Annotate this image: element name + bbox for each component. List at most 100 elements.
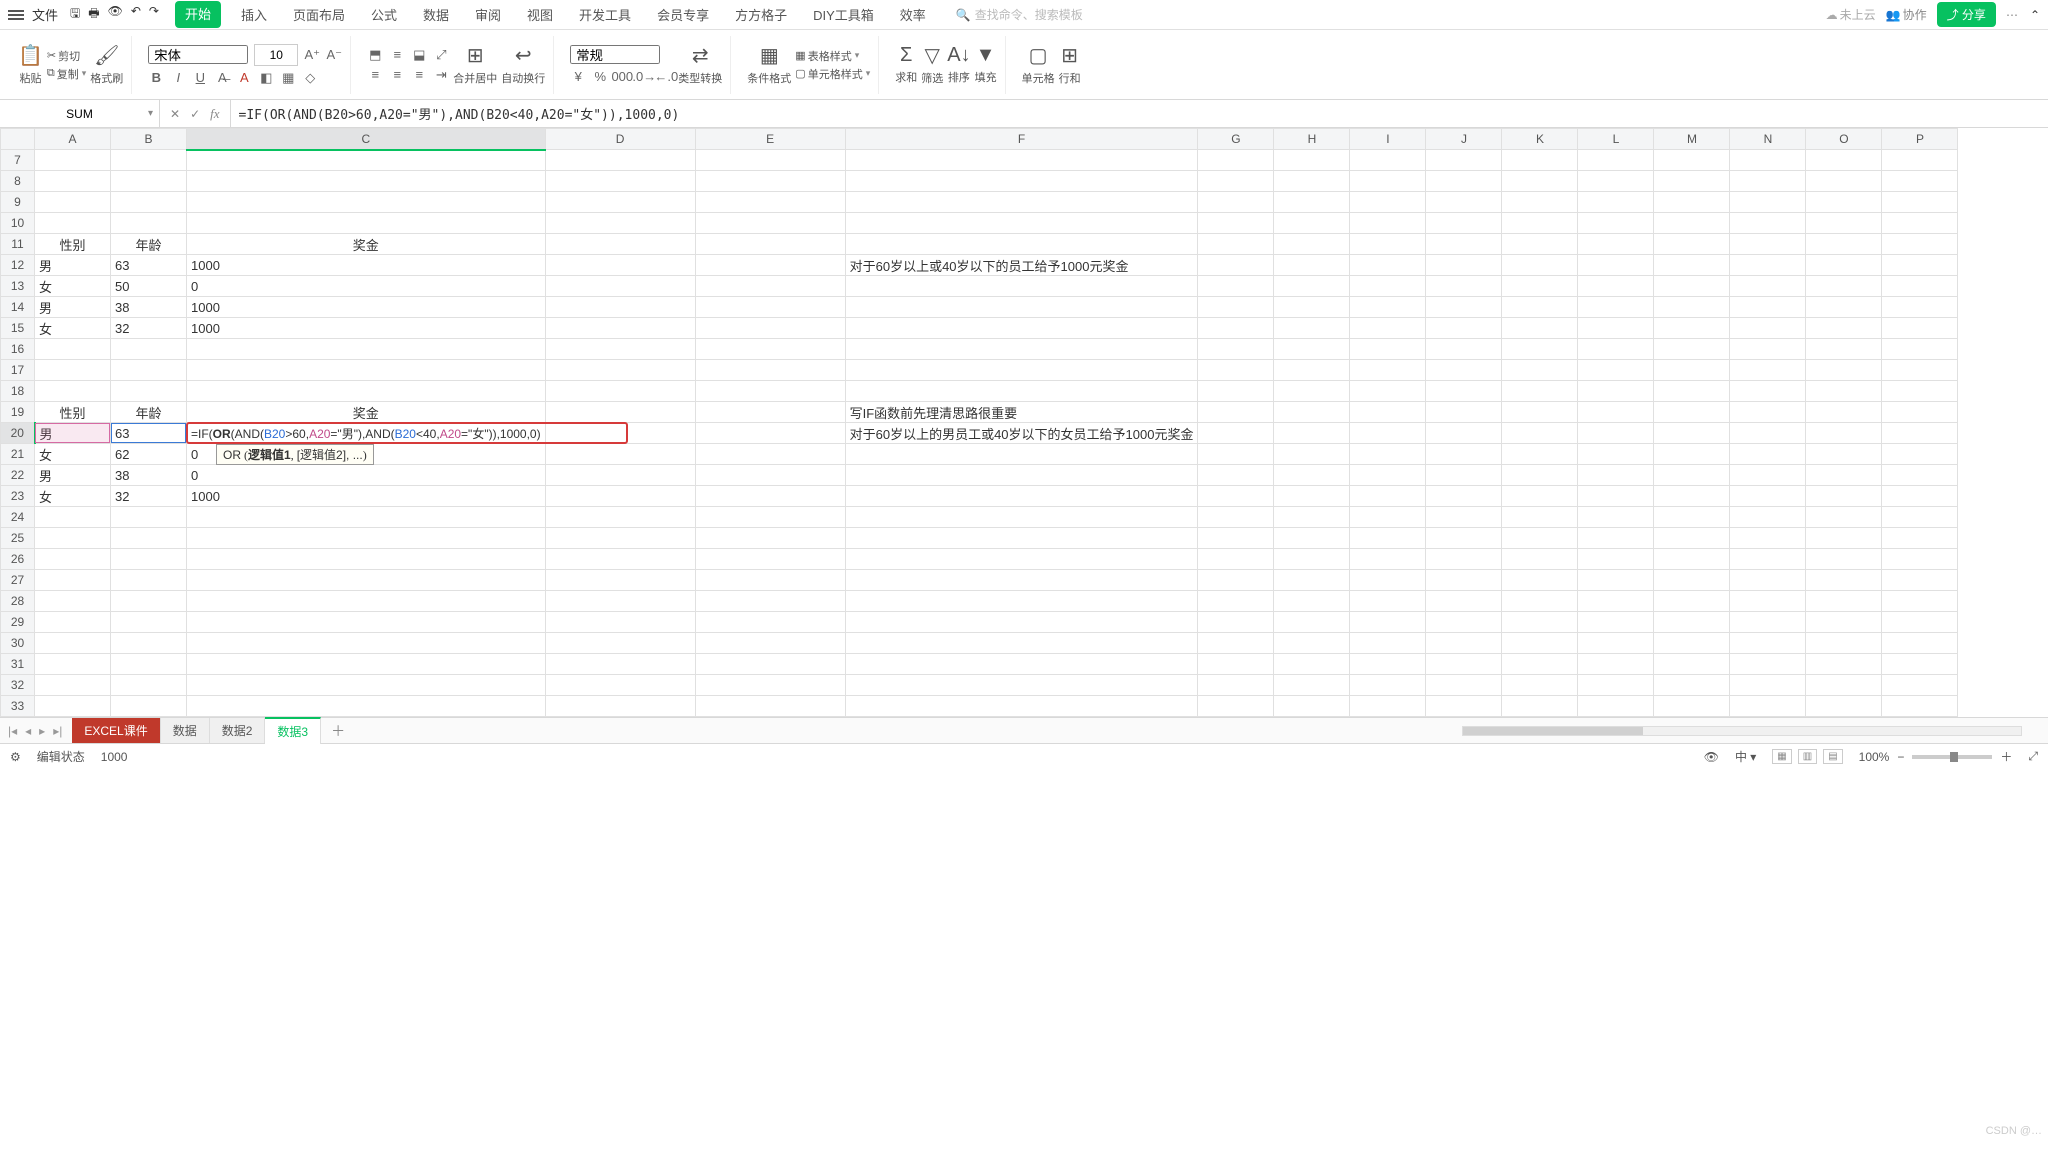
- cell-L32[interactable]: [1578, 675, 1654, 696]
- cell-G28[interactable]: [1198, 591, 1274, 612]
- cell-F12[interactable]: 对于60岁以上或40岁以下的员工给予1000元奖金: [845, 255, 1198, 276]
- row-header-18[interactable]: 18: [1, 381, 35, 402]
- cell-F22[interactable]: [845, 465, 1198, 486]
- cell-C30[interactable]: [187, 633, 546, 654]
- cell-O7[interactable]: [1806, 150, 1882, 171]
- cell-O12[interactable]: [1806, 255, 1882, 276]
- cell-B28[interactable]: [111, 591, 187, 612]
- cell-N33[interactable]: [1730, 696, 1806, 717]
- cell-K14[interactable]: [1502, 297, 1578, 318]
- cell-C28[interactable]: [187, 591, 546, 612]
- cell-K16[interactable]: [1502, 339, 1578, 360]
- paste-button[interactable]: 📋 粘贴: [18, 43, 43, 86]
- cell-A29[interactable]: [35, 612, 111, 633]
- cell-G26[interactable]: [1198, 549, 1274, 570]
- cell-E19[interactable]: [695, 402, 845, 423]
- align-left-icon[interactable]: ≡: [367, 67, 383, 83]
- cell-N19[interactable]: [1730, 402, 1806, 423]
- cell-N9[interactable]: [1730, 192, 1806, 213]
- cell-D22[interactable]: [545, 465, 695, 486]
- spreadsheet-grid[interactable]: ABCDEFGHIJKLMNOP7891011性别年龄奖金12男631000对于…: [0, 128, 2048, 717]
- cell-P28[interactable]: [1882, 591, 1958, 612]
- row-header-31[interactable]: 31: [1, 654, 35, 675]
- cell-F20[interactable]: 对于60岁以上的男员工或40岁以下的女员工给予1000元奖金: [845, 423, 1198, 444]
- view-pagebreak-icon[interactable]: ▤: [1823, 749, 1842, 764]
- cell-E31[interactable]: [695, 654, 845, 675]
- cell-B23[interactable]: 32: [111, 486, 187, 507]
- cell-D19[interactable]: [545, 402, 695, 423]
- cell-N18[interactable]: [1730, 381, 1806, 402]
- cell-L31[interactable]: [1578, 654, 1654, 675]
- align-center-icon[interactable]: ≡: [389, 67, 405, 83]
- cell-button[interactable]: ▢单元格: [1022, 43, 1055, 86]
- cell-H17[interactable]: [1274, 360, 1350, 381]
- tab-start[interactable]: 开始: [175, 1, 221, 28]
- cell-O18[interactable]: [1806, 381, 1882, 402]
- cell-J26[interactable]: [1426, 549, 1502, 570]
- cell-M20[interactable]: [1654, 423, 1730, 444]
- cell-I12[interactable]: [1350, 255, 1426, 276]
- cell-I11[interactable]: [1350, 234, 1426, 255]
- tab-efficiency[interactable]: 效率: [894, 1, 932, 28]
- cell-H20[interactable]: [1274, 423, 1350, 444]
- cell-J28[interactable]: [1426, 591, 1502, 612]
- row-header-26[interactable]: 26: [1, 549, 35, 570]
- collab-button[interactable]: 👥 协作: [1886, 6, 1927, 23]
- cell-C9[interactable]: [187, 192, 546, 213]
- cell-I30[interactable]: [1350, 633, 1426, 654]
- dec-decimal-icon[interactable]: ←.0: [658, 68, 674, 84]
- row-header-32[interactable]: 32: [1, 675, 35, 696]
- row-header-20[interactable]: 20: [1, 423, 35, 444]
- cell-A26[interactable]: [35, 549, 111, 570]
- cell-K20[interactable]: [1502, 423, 1578, 444]
- formula-input[interactable]: =IF(OR(AND(B20>60,A20="男"),AND(B20<40,A2…: [231, 104, 2048, 123]
- col-header-H[interactable]: H: [1274, 129, 1350, 150]
- cell-L26[interactable]: [1578, 549, 1654, 570]
- cell-P18[interactable]: [1882, 381, 1958, 402]
- cell-F31[interactable]: [845, 654, 1198, 675]
- cell-D8[interactable]: [545, 171, 695, 192]
- cell-B25[interactable]: [111, 528, 187, 549]
- italic-icon[interactable]: I: [170, 70, 186, 86]
- row-header-9[interactable]: 9: [1, 192, 35, 213]
- cell-G9[interactable]: [1198, 192, 1274, 213]
- cell-I8[interactable]: [1350, 171, 1426, 192]
- sort-button[interactable]: A↓排序: [947, 44, 970, 85]
- cell-P16[interactable]: [1882, 339, 1958, 360]
- cell-B21[interactable]: 62: [111, 444, 187, 465]
- cell-C31[interactable]: [187, 654, 546, 675]
- cell-J10[interactable]: [1426, 213, 1502, 234]
- cell-N17[interactable]: [1730, 360, 1806, 381]
- font-name-select[interactable]: [148, 45, 248, 64]
- cell-F14[interactable]: [845, 297, 1198, 318]
- tab-data[interactable]: 数据: [417, 1, 455, 28]
- cell-H31[interactable]: [1274, 654, 1350, 675]
- cell-L28[interactable]: [1578, 591, 1654, 612]
- cell-M23[interactable]: [1654, 486, 1730, 507]
- cell-O13[interactable]: [1806, 276, 1882, 297]
- cell-N8[interactable]: [1730, 171, 1806, 192]
- cell-H12[interactable]: [1274, 255, 1350, 276]
- cell-N23[interactable]: [1730, 486, 1806, 507]
- cell-F10[interactable]: [845, 213, 1198, 234]
- cell-D7[interactable]: [545, 150, 695, 171]
- cell-B12[interactable]: 63: [111, 255, 187, 276]
- comma-icon[interactable]: 000: [614, 68, 630, 84]
- cell-L17[interactable]: [1578, 360, 1654, 381]
- cell-B18[interactable]: [111, 381, 187, 402]
- hamburger-icon[interactable]: [8, 10, 24, 20]
- cell-H32[interactable]: [1274, 675, 1350, 696]
- font-color-icon[interactable]: A: [236, 70, 252, 86]
- cell-G21[interactable]: [1198, 444, 1274, 465]
- col-header-P[interactable]: P: [1882, 129, 1958, 150]
- cell-D29[interactable]: [545, 612, 695, 633]
- cell-O14[interactable]: [1806, 297, 1882, 318]
- view-pagelayout-icon[interactable]: ▥: [1798, 749, 1817, 764]
- name-box-input[interactable]: [8, 107, 151, 121]
- strike-icon[interactable]: A̶: [214, 70, 230, 86]
- cell-C25[interactable]: [187, 528, 546, 549]
- cell-B9[interactable]: [111, 192, 187, 213]
- cell-E18[interactable]: [695, 381, 845, 402]
- cell-G7[interactable]: [1198, 150, 1274, 171]
- cell-O21[interactable]: [1806, 444, 1882, 465]
